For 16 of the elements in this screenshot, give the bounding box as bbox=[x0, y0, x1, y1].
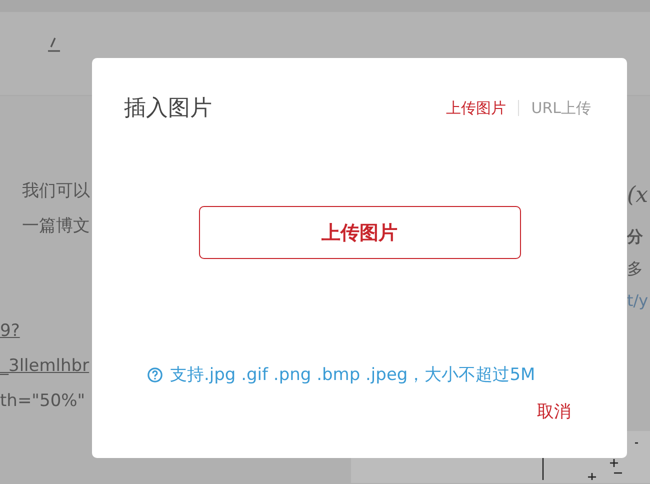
underline-icon[interactable] bbox=[45, 34, 63, 52]
cancel-button[interactable]: 取消 bbox=[537, 400, 571, 423]
dialog-title: 插入图片 bbox=[124, 95, 212, 123]
formula-text: (x bbox=[627, 182, 649, 210]
editor-text: 一篇博文 bbox=[21, 215, 90, 238]
editor-text: 多 bbox=[627, 258, 644, 280]
editor-text: 9? bbox=[0, 320, 21, 343]
help-icon bbox=[147, 366, 163, 382]
editor-text: 分 bbox=[627, 226, 644, 248]
upload-image-button[interactable]: 上传图片 bbox=[198, 206, 520, 259]
editor-text: _3llemlhbr bbox=[0, 355, 90, 378]
editor-text: th="50%" bbox=[0, 390, 86, 413]
tab[interactable]: URL上传 bbox=[531, 98, 591, 118]
tab[interactable]: 上传图片 bbox=[446, 98, 506, 118]
editor-text: 我们可以 bbox=[21, 180, 90, 203]
hint-text: 支持.jpg .gif .png .bmp .jpeg，大小不超过5M bbox=[170, 364, 536, 386]
